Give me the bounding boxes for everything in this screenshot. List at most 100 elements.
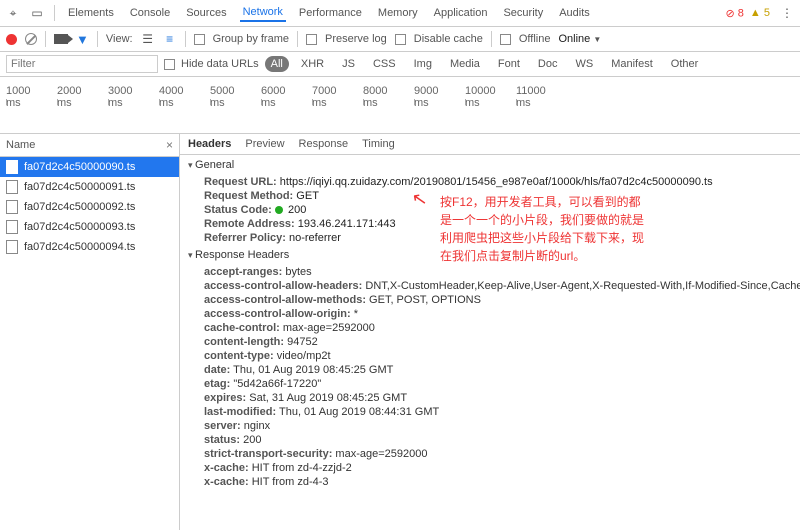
filter-icon[interactable]: ▼ <box>76 32 89 47</box>
time-tick: 7000 ms <box>312 85 313 109</box>
request-row[interactable]: fa07d2c4c50000091.ts <box>0 177 179 197</box>
annotation-line: 按F12，用开发者工具，可以看到的都 <box>440 193 644 211</box>
status-dot-icon <box>275 206 283 214</box>
tab-console[interactable]: Console <box>127 5 173 21</box>
network-toolbar: ▼ View: ☰ ≡ Group by frame Preserve log … <box>0 27 800 52</box>
tab-audits[interactable]: Audits <box>556 5 593 21</box>
hide-data-urls-label: Hide data URLs <box>181 58 259 70</box>
tab-security[interactable]: Security <box>500 5 546 21</box>
disable-cache-checkbox[interactable] <box>395 34 406 45</box>
offline-label: Offline <box>519 33 551 45</box>
separator <box>97 31 98 47</box>
time-tick: 3000 ms <box>108 85 109 109</box>
header-row: access-control-allow-headers: DNT,X-Cust… <box>180 279 800 293</box>
header-row: x-cache: HIT from zd-4-zzjd-2 <box>180 461 800 475</box>
device-icon[interactable]: ▭ <box>30 6 44 20</box>
devtools-tabs: ⌖ ▭ Elements Console Sources Network Per… <box>0 0 800 27</box>
tab-sources[interactable]: Sources <box>183 5 229 21</box>
separator <box>54 5 55 21</box>
request-name: fa07d2c4c50000090.ts <box>24 161 135 173</box>
request-row[interactable]: fa07d2c4c50000093.ts <box>0 217 179 237</box>
separator <box>45 31 46 47</box>
clear-icon[interactable] <box>25 33 37 45</box>
filter-doc[interactable]: Doc <box>532 56 564 72</box>
issue-badges[interactable]: ⊘ 8 ▲ 5 <box>726 7 770 20</box>
time-tick: 10000 ms <box>465 85 466 109</box>
request-list: Name × fa07d2c4c50000090.ts fa07d2c4c500… <box>0 134 180 530</box>
subtab-headers[interactable]: Headers <box>188 138 231 150</box>
tab-network[interactable]: Network <box>240 4 286 22</box>
time-tick: 4000 ms <box>159 85 160 109</box>
waterfall-icon[interactable]: ≡ <box>163 32 177 46</box>
screenshot-icon[interactable] <box>54 34 68 44</box>
file-icon <box>6 160 18 174</box>
disable-cache-label: Disable cache <box>414 33 483 45</box>
filter-xhr[interactable]: XHR <box>295 56 330 72</box>
file-icon <box>6 220 18 234</box>
file-icon <box>6 240 18 254</box>
header-row: expires: Sat, 31 Aug 2019 08:45:25 GMT <box>180 391 800 405</box>
time-tick: 1000 ms <box>6 85 7 109</box>
header-row: access-control-allow-origin: * <box>180 307 800 321</box>
header-row: status: 200 <box>180 433 800 447</box>
separator <box>491 31 492 47</box>
name-header: Name × <box>0 134 179 157</box>
file-icon <box>6 180 18 194</box>
header-row: accept-ranges: bytes <box>180 265 800 279</box>
filter-img[interactable]: Img <box>408 56 438 72</box>
view-label: View: <box>106 33 133 45</box>
tab-elements[interactable]: Elements <box>65 5 117 21</box>
subtab-timing[interactable]: Timing <box>362 138 395 150</box>
throttle-select[interactable]: Online ▼ <box>558 33 601 45</box>
request-name: fa07d2c4c50000091.ts <box>24 181 135 193</box>
separator <box>185 31 186 47</box>
preserve-checkbox[interactable] <box>306 34 317 45</box>
header-row: Request URL: https://iqiyi.qq.zuidazy.co… <box>180 175 800 189</box>
header-row: etag: "5d42a66f-17220" <box>180 377 800 391</box>
request-name: fa07d2c4c50000094.ts <box>24 241 135 253</box>
detail-tabs: Headers Preview Response Timing <box>180 134 800 155</box>
inspect-icon[interactable]: ⌖ <box>6 6 20 20</box>
tab-memory[interactable]: Memory <box>375 5 421 21</box>
group-checkbox[interactable] <box>194 34 205 45</box>
offline-checkbox[interactable] <box>500 34 511 45</box>
preserve-label: Preserve log <box>325 33 387 45</box>
request-row[interactable]: fa07d2c4c50000094.ts <box>0 237 179 257</box>
filter-font[interactable]: Font <box>492 56 526 72</box>
header-row: x-cache: HIT from zd-4-3 <box>180 475 800 489</box>
more-icon[interactable]: ⋮ <box>780 6 794 20</box>
timeline-overview[interactable]: 1000 ms 2000 ms 3000 ms 4000 ms 5000 ms … <box>0 77 800 134</box>
subtab-preview[interactable]: Preview <box>245 138 284 150</box>
filter-bar: Hide data URLs All XHR JS CSS Img Media … <box>0 52 800 77</box>
filter-manifest[interactable]: Manifest <box>605 56 659 72</box>
request-row[interactable]: fa07d2c4c50000090.ts <box>0 157 179 177</box>
tab-performance[interactable]: Performance <box>296 5 365 21</box>
name-col-label: Name <box>6 139 35 151</box>
time-tick: 2000 ms <box>57 85 58 109</box>
large-rows-icon[interactable]: ☰ <box>141 32 155 46</box>
error-count: 8 <box>738 7 744 19</box>
filter-input[interactable] <box>6 55 158 73</box>
hide-data-urls-checkbox[interactable] <box>164 59 175 70</box>
filter-js[interactable]: JS <box>336 56 361 72</box>
tab-application[interactable]: Application <box>431 5 491 21</box>
time-tick: 8000 ms <box>363 85 364 109</box>
annotation-text: 按F12，用开发者工具，可以看到的都 是一个一个的小片段，我们要做的就是 利用爬… <box>440 193 644 265</box>
filter-media[interactable]: Media <box>444 56 486 72</box>
close-icon[interactable]: × <box>166 138 173 152</box>
request-name: fa07d2c4c50000093.ts <box>24 221 135 233</box>
file-icon <box>6 200 18 214</box>
separator <box>297 31 298 47</box>
record-icon[interactable] <box>6 34 17 45</box>
general-section[interactable]: General <box>180 155 800 175</box>
group-label: Group by frame <box>213 33 289 45</box>
filter-all[interactable]: All <box>265 56 289 72</box>
request-name: fa07d2c4c50000092.ts <box>24 201 135 213</box>
subtab-response[interactable]: Response <box>299 138 349 150</box>
main-split: Name × fa07d2c4c50000090.ts fa07d2c4c500… <box>0 134 800 530</box>
annotation-line: 利用爬虫把这些小片段给下载下来，现 <box>440 229 644 247</box>
request-row[interactable]: fa07d2c4c50000092.ts <box>0 197 179 217</box>
filter-other[interactable]: Other <box>665 56 705 72</box>
filter-ws[interactable]: WS <box>569 56 599 72</box>
filter-css[interactable]: CSS <box>367 56 402 72</box>
